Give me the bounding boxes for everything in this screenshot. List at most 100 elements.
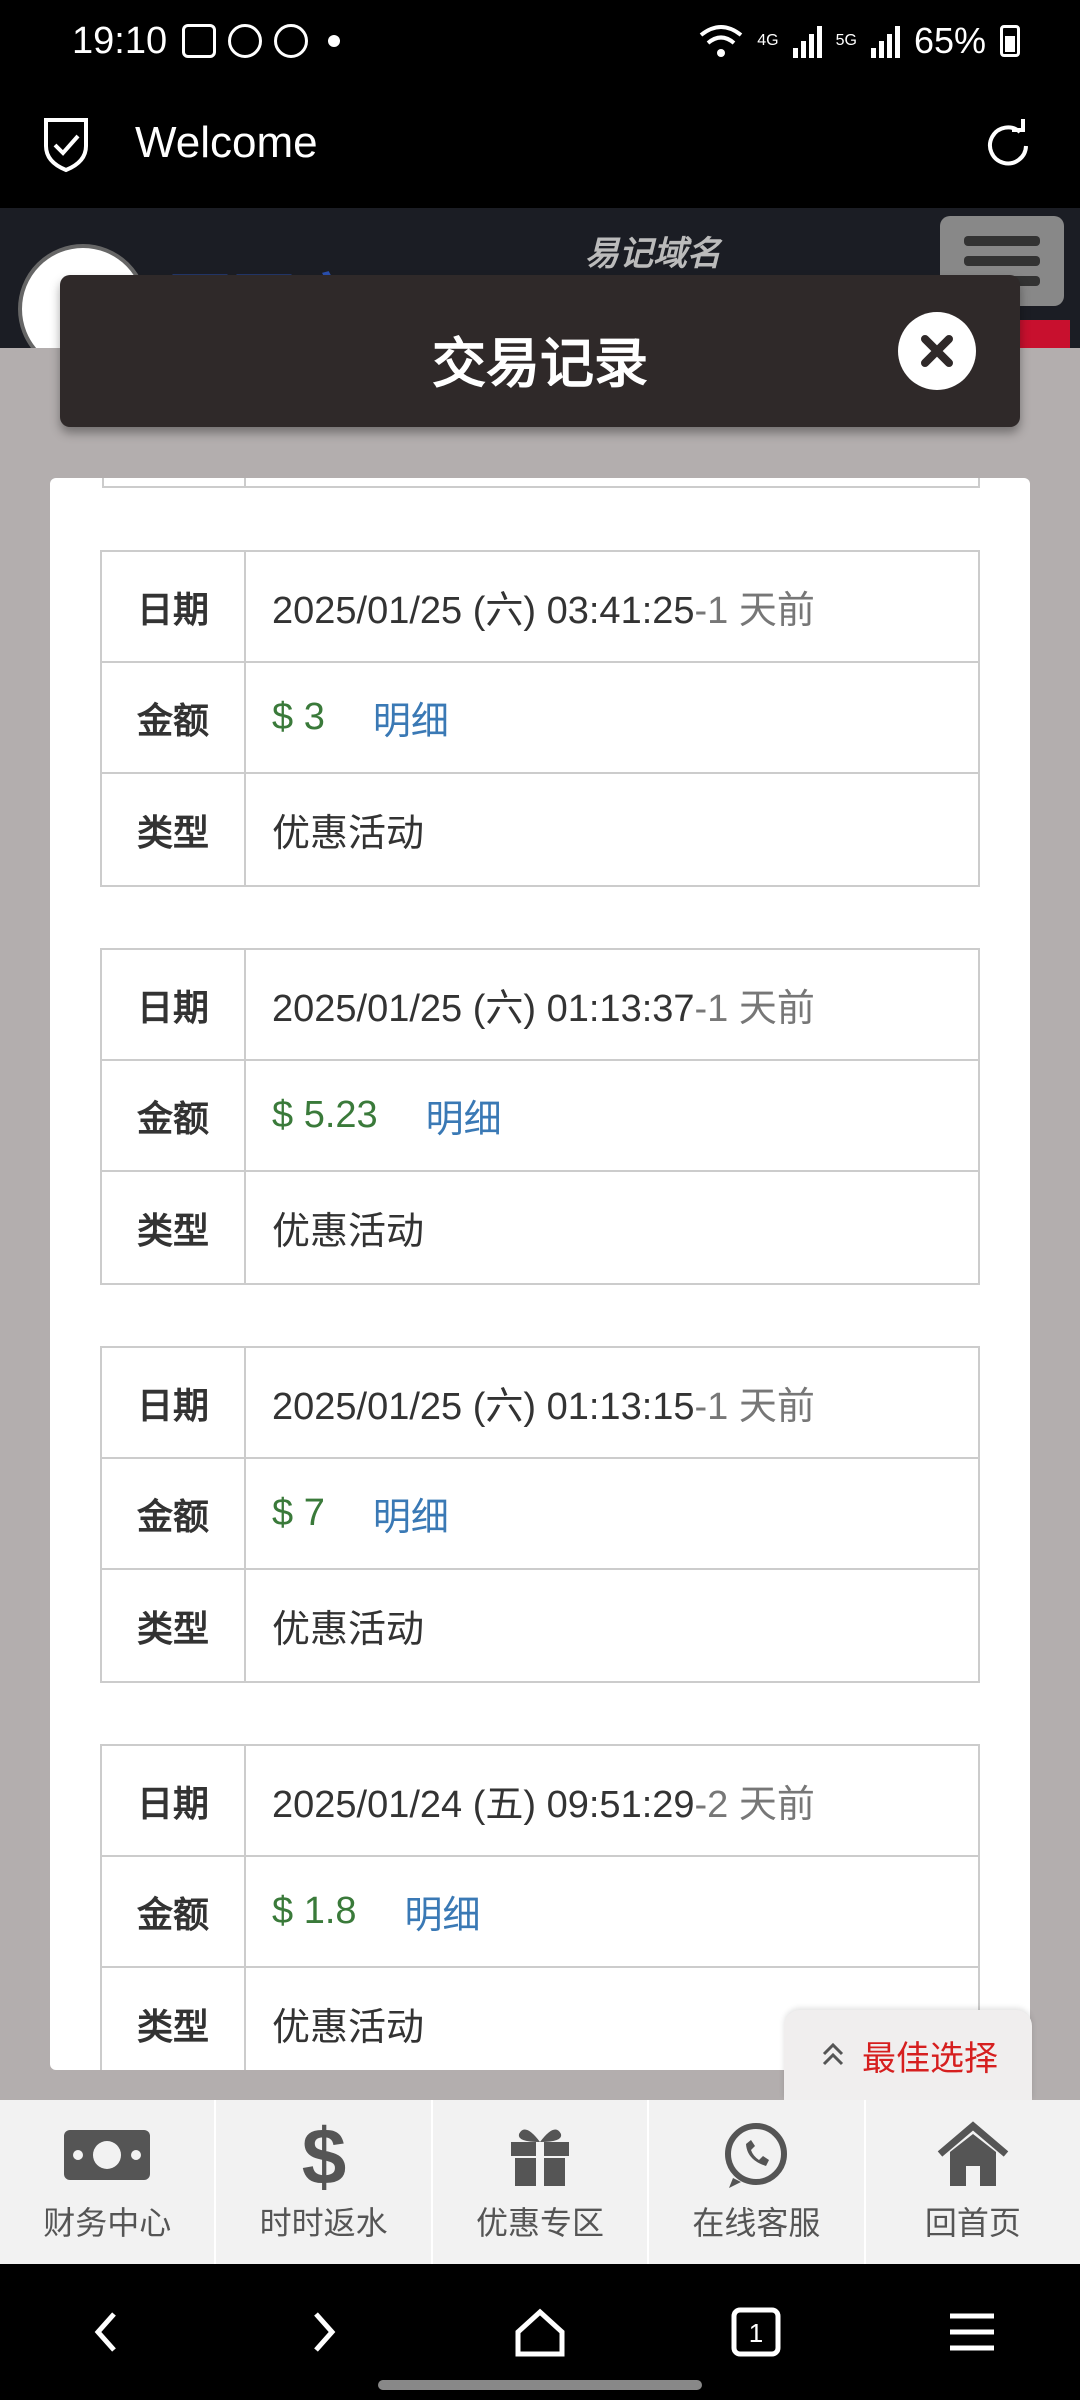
date-ago: -1 天前 [694,590,815,632]
type-label: 类型 [102,774,246,885]
date-value: 2025/01/25 (六) 03:41:25 -1 天前 [246,552,978,661]
amount-row: 金额 $ 3 明细 [102,663,978,774]
transaction-record: 日期 2025/01/25 (六) 01:13:15 -1 天前 金额 $ 7 明… [100,1346,980,1683]
status-time: 19:10 [72,20,168,62]
nav-promotions-label: 优惠专区 [476,2205,605,2241]
bottom-nav: 财务中心 $ 时时返水 优惠专区 在线客服 回首页 [0,2100,1080,2264]
amount-value: $ 1.8 明细 [246,1857,978,1966]
nav-customer-service-label: 在线客服 [692,2205,821,2241]
amount-text: $ 7 [272,1492,325,1534]
net-5g-label: 5G [835,32,857,49]
type-label: 类型 [102,1968,246,2070]
amount-value: $ 5.23 明细 [246,1061,978,1170]
amount-label: 金额 [102,1857,246,1966]
date-value: 2025/01/25 (六) 01:13:15 -1 天前 [246,1348,978,1457]
nav-customer-service[interactable]: 在线客服 [649,2100,866,2264]
type-value: 优惠活动 [272,1211,425,1253]
more-notifications-dot [328,35,340,47]
date-label: 日期 [102,950,246,1059]
notification-icons [182,24,340,58]
home-icon [937,2121,1009,2186]
site-tagline: 易记域名 [585,235,721,273]
date-text: 2025/01/25 (六) 01:13:37 [272,988,695,1030]
date-text: 2025/01/24 (五) 09:51:29 [272,1784,695,1826]
signal-icon-2 [870,24,900,58]
gift-icon [511,2129,570,2186]
amount-value: $ 3 明细 [246,663,978,772]
heart-icon [228,24,262,58]
date-label: 日期 [102,552,246,661]
battery-icon [1000,25,1020,57]
wifi-icon [700,25,743,57]
shield-check-icon[interactable] [40,116,92,174]
transaction-record: 日期 2025/01/25 (六) 01:13:37 -1 天前 金额 $ 5.… [100,948,980,1285]
gallery-icon [182,24,216,58]
amount-value: $ 7 明细 [246,1459,978,1568]
home-button-icon[interactable] [510,2302,570,2362]
detail-link[interactable]: 明细 [373,690,449,745]
amount-text: $ 3 [272,696,325,738]
best-choice-button[interactable]: 最佳选择 [784,2010,1032,2100]
date-text: 2025/01/25 (六) 01:13:15 [272,1386,695,1428]
date-ago: -1 天前 [694,988,815,1030]
date-row: 日期 2025/01/24 (五) 09:51:29 -2 天前 [102,1746,978,1857]
status-bar: 19:10 4G 5G 65% [0,0,1080,90]
amount-label: 金额 [102,1459,246,1568]
date-text: 2025/01/25 (六) 03:41:25 [272,590,695,632]
app-bar: Welcome [0,90,1080,208]
type-row: 类型 优惠活动 [102,1570,978,1681]
battery-percent: 65% [913,20,986,61]
date-row: 日期 2025/01/25 (六) 01:13:15 -1 天前 [102,1348,978,1459]
detail-link[interactable]: 明细 [426,1088,502,1143]
close-button[interactable] [898,312,976,390]
date-value: 2025/01/24 (五) 09:51:29 -2 天前 [246,1746,978,1855]
reload-icon[interactable] [976,114,1040,178]
type-label: 类型 [102,1172,246,1283]
amount-row: 金额 $ 7 明细 [102,1459,978,1570]
transaction-list: 日期 2025/01/25 (六) 03:41:25 -1 天前 金额 $ 3 明… [50,478,1030,2070]
amount-label: 金额 [102,663,246,772]
app-title: Welcome [135,118,318,167]
date-label: 日期 [102,1746,246,1855]
compass-icon [274,24,308,58]
best-choice-label: 最佳选择 [862,2039,998,2078]
nav-finance-center[interactable]: 财务中心 [0,2100,217,2264]
dollar-icon: $ [301,2120,346,2190]
nav-home-label: 回首页 [924,2205,1021,2241]
modal-header: 交易记录 [60,275,1020,427]
nav-promotions[interactable]: 优惠专区 [433,2100,650,2264]
close-icon [921,335,953,367]
previous-record-edge [102,478,980,488]
modal-title: 交易记录 [432,334,648,394]
amount-row: 金额 $ 5.23 明细 [102,1061,978,1172]
back-icon[interactable] [78,2302,138,2362]
nav-rebate[interactable]: $ 时时返水 [216,2100,433,2264]
date-ago: -2 天前 [694,1784,815,1826]
tab-count: 1 [749,2318,763,2348]
system-nav-bar: 1 [0,2264,1080,2400]
type-value: 优惠活动 [272,813,425,855]
status-right: 4G 5G 65% [699,20,1020,62]
gesture-handle[interactable] [378,2380,702,2390]
svg-text:$: $ [301,2120,346,2190]
type-row: 类型 优惠活动 [102,1172,978,1283]
amount-label: 金额 [102,1061,246,1170]
date-row: 日期 2025/01/25 (六) 03:41:25 -1 天前 [102,552,978,663]
double-chevron-up-icon [822,2042,844,2066]
tabs-icon[interactable]: 1 [726,2302,786,2362]
nav-rebate-label: 时时返水 [259,2205,388,2241]
type-row: 类型 优惠活动 [102,774,978,885]
detail-link[interactable]: 明细 [373,1486,449,1541]
money-icon [64,2130,151,2180]
forward-icon[interactable] [292,2302,352,2362]
amount-row: 金额 $ 1.8 明细 [102,1857,978,1968]
type-label: 类型 [102,1570,246,1681]
menu-icon[interactable] [942,2302,1002,2362]
date-value: 2025/01/25 (六) 01:13:37 -1 天前 [246,950,978,1059]
nav-home[interactable]: 回首页 [866,2100,1080,2264]
amount-text: $ 1.8 [272,1890,357,1932]
type-value: 优惠活动 [272,1609,425,1651]
detail-link[interactable]: 明细 [405,1884,481,1939]
signal-icon-1 [792,24,822,58]
date-label: 日期 [102,1348,246,1457]
